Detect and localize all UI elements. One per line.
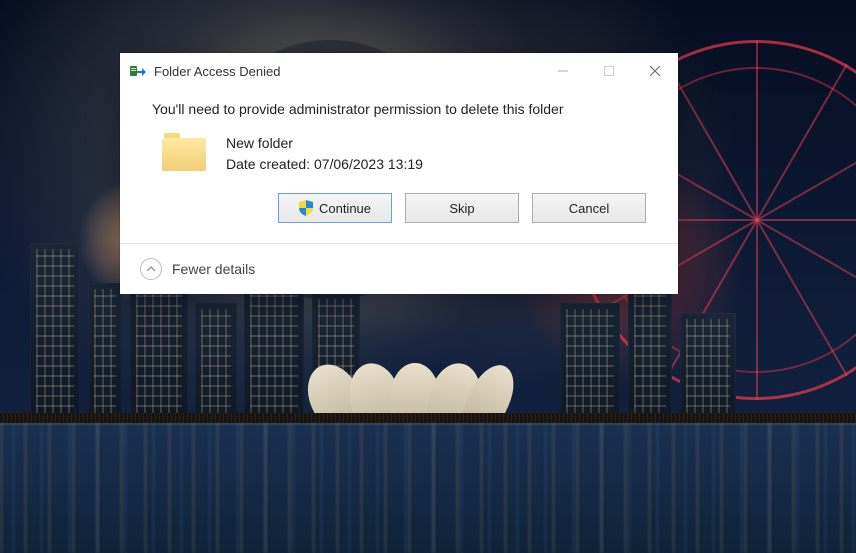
chevron-up-icon	[140, 258, 162, 280]
skip-button-label: Skip	[449, 201, 474, 216]
item-name: New folder	[226, 133, 423, 154]
cancel-button[interactable]: Cancel	[532, 193, 646, 223]
target-item: New folder Date created: 07/06/2023 13:1…	[152, 131, 646, 175]
maximize-button[interactable]	[586, 53, 632, 89]
folder-icon	[162, 131, 206, 171]
skip-button[interactable]: Skip	[405, 193, 519, 223]
details-toggle-row[interactable]: Fewer details	[120, 243, 678, 294]
titlebar[interactable]: Folder Access Denied	[120, 53, 678, 89]
dialog-title: Folder Access Denied	[154, 64, 540, 79]
continue-button[interactable]: Continue	[278, 193, 392, 223]
details-toggle-label: Fewer details	[172, 261, 255, 277]
permission-message: You'll need to provide administrator per…	[152, 101, 646, 117]
file-operation-icon	[130, 63, 146, 79]
uac-shield-icon	[299, 200, 313, 216]
item-date-created: Date created: 07/06/2023 13:19	[226, 154, 423, 175]
continue-button-label: Continue	[319, 201, 371, 216]
minimize-button[interactable]	[540, 53, 586, 89]
cancel-button-label: Cancel	[569, 201, 609, 216]
close-button[interactable]	[632, 53, 678, 89]
folder-access-denied-dialog: Folder Access Denied You'll need to prov…	[120, 53, 678, 294]
